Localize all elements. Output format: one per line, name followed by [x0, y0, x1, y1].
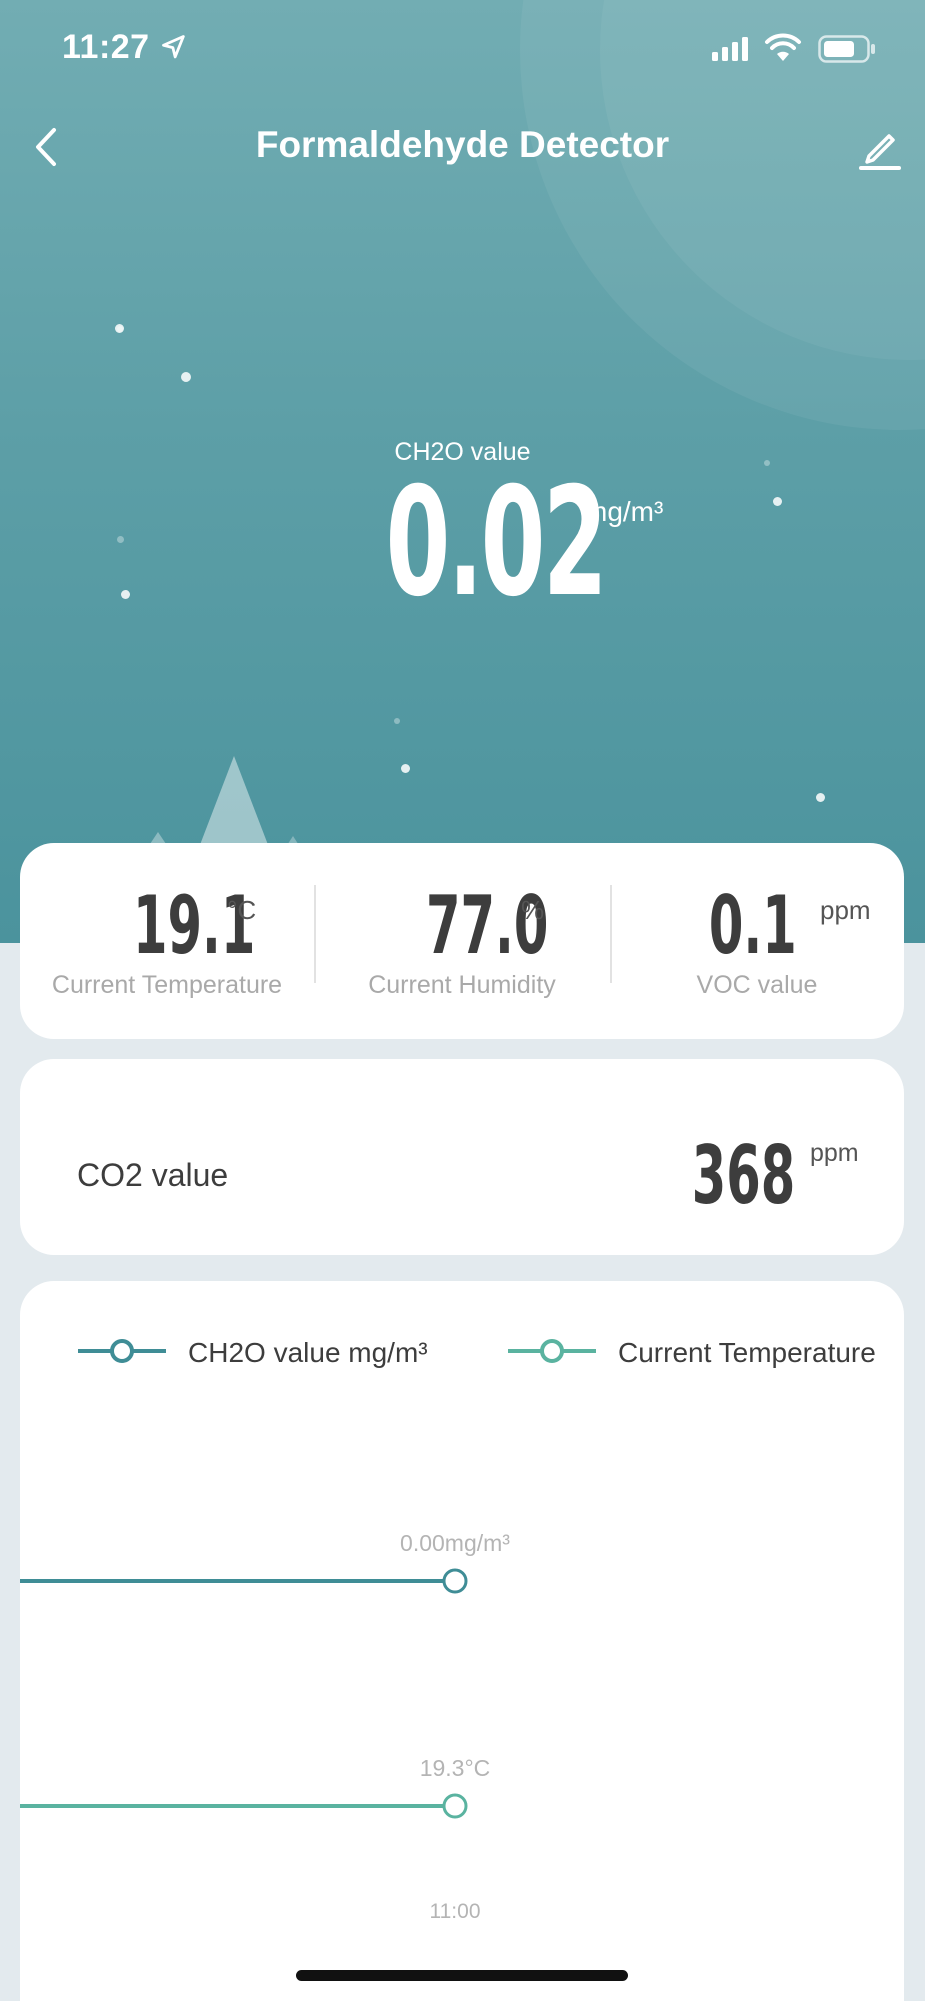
data-point-label: 0.00mg/m³ — [400, 1530, 510, 1556]
co2-value: 368 — [691, 1129, 796, 1222]
humidity-metric: 77.0 % Current Humidity — [315, 843, 609, 1039]
history-line-chart[interactable]: 0.00mg/m³ 19.3°C 11:00 — [20, 1281, 904, 1981]
battery-icon — [818, 35, 875, 63]
temperature-unit: °C — [227, 895, 257, 925]
co2-label: CO2 value — [77, 1157, 229, 1193]
temperature-metric: 19.1 °C Current Temperature — [20, 843, 314, 1039]
sparkle-dot — [121, 590, 130, 599]
hero-banner: 11:27 Formaldehyde Detector CH2O value 0… — [0, 0, 925, 943]
history-chart-card: CH2O value mg/m³ Current Temperature 0.0… — [20, 1281, 904, 2001]
sparkle-dot — [816, 793, 825, 802]
voc-label: VOC value — [696, 971, 818, 999]
co2-unit: ppm — [810, 1139, 859, 1167]
sparkle-dot — [773, 497, 782, 506]
page-title: Formaldehyde Detector — [255, 124, 670, 165]
ch2o-unit: mg/m³ — [584, 496, 664, 527]
environment-metrics-card: 19.1 °C Current Temperature 77.0 % Curre… — [20, 843, 904, 1039]
voc-unit: ppm — [820, 895, 871, 925]
voc-metric: 0.1 ppm VOC value — [610, 843, 904, 1039]
voc-value: 0.1 — [708, 879, 797, 972]
sparkle-dot — [117, 536, 124, 543]
x-tick-label: 11:00 — [430, 1900, 481, 1923]
temperature-label: Current Temperature — [51, 971, 283, 999]
navigation-bar: Formaldehyde Detector — [0, 110, 925, 190]
status-time: 11:27 — [62, 28, 150, 66]
humidity-label: Current Humidity — [368, 971, 556, 999]
humidity-unit: % — [521, 895, 545, 925]
data-point-label: 19.3°C — [420, 1755, 491, 1781]
ch2o-value: 0.02 — [385, 456, 608, 630]
data-point — [442, 1568, 468, 1594]
location-arrow-icon — [162, 35, 185, 59]
pencil-icon — [859, 134, 901, 170]
data-point — [442, 1793, 468, 1819]
sparkle-dot — [117, 326, 123, 332]
status-bar: 11:27 — [0, 0, 925, 100]
edit-button[interactable] — [855, 122, 905, 172]
sparkle-dot — [394, 718, 400, 724]
co2-card: CO2 value 368 ppm — [20, 1059, 904, 1255]
cellular-signal-icon — [712, 37, 748, 61]
sparkle-dot — [401, 764, 410, 773]
sparkle-dot — [181, 372, 191, 382]
home-indicator — [296, 1970, 628, 1981]
wifi-icon — [765, 33, 801, 61]
